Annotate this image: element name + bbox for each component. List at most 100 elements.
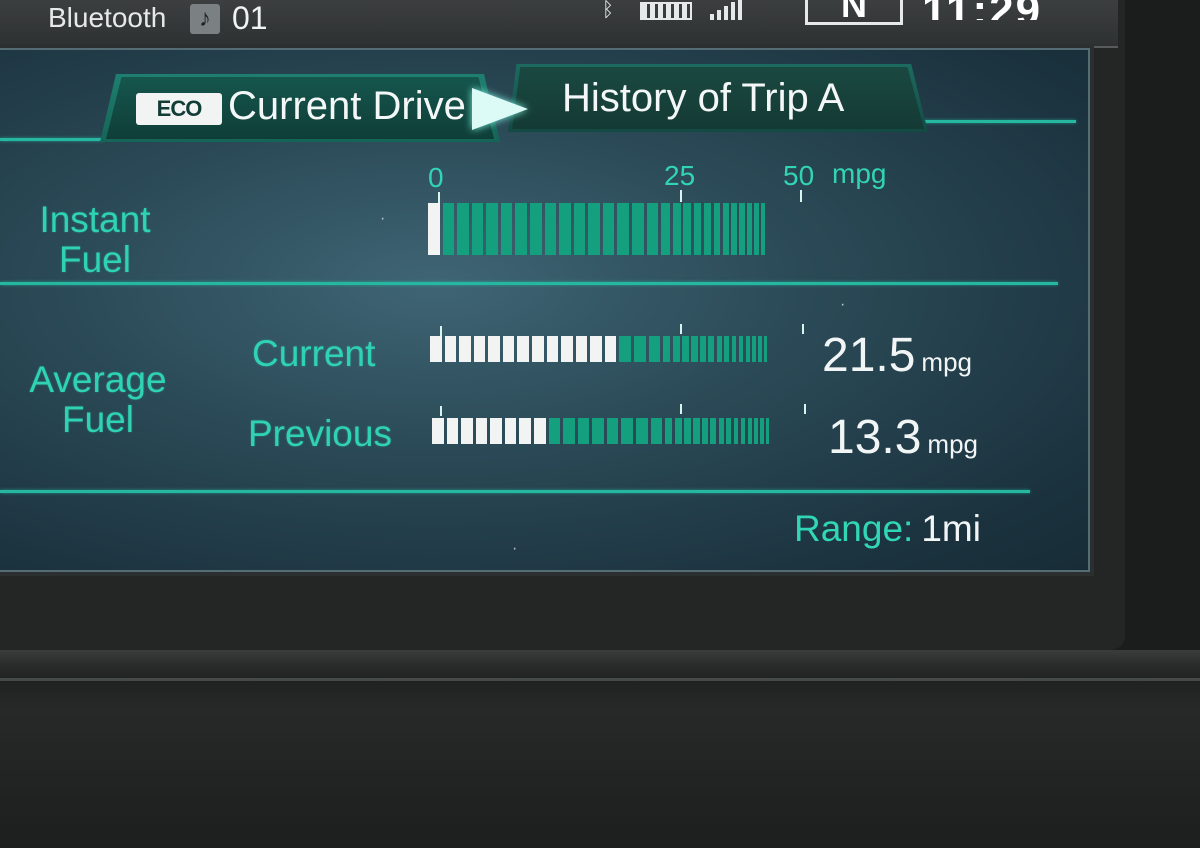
bar-segment bbox=[650, 418, 663, 444]
bar-segment bbox=[471, 203, 484, 255]
range-value: 1mi bbox=[921, 508, 981, 549]
bar-segment bbox=[724, 336, 730, 362]
bar-segment bbox=[604, 336, 617, 362]
bar-segment bbox=[635, 418, 648, 444]
bar-segment bbox=[674, 418, 682, 444]
bar-segment bbox=[646, 203, 659, 255]
bar-segment bbox=[502, 336, 515, 362]
previous-value-unit: mpg bbox=[927, 429, 978, 459]
bar-segment bbox=[590, 336, 602, 362]
bluetooth-icon: ᛒ bbox=[602, 0, 614, 21]
bar-segment bbox=[631, 203, 644, 255]
bar-segment bbox=[747, 203, 752, 255]
instant-fuel-label: Instant Fuel bbox=[28, 200, 162, 280]
average-label-line2: Fuel bbox=[62, 399, 134, 440]
current-tick-25 bbox=[680, 324, 682, 334]
bar-segment bbox=[475, 418, 488, 444]
bar-segment bbox=[490, 418, 502, 444]
bar-segment bbox=[683, 203, 692, 255]
bar-segment bbox=[473, 336, 486, 362]
bar-segment bbox=[561, 336, 573, 362]
bar-segment bbox=[602, 203, 615, 255]
dust-speck: · bbox=[512, 540, 518, 557]
previous-tick-0 bbox=[440, 406, 442, 416]
bar-segment bbox=[754, 203, 759, 255]
bar-segment bbox=[459, 336, 471, 362]
average-label-line1: Average bbox=[29, 359, 167, 400]
dashboard-ridge bbox=[0, 678, 1200, 681]
bar-segment bbox=[703, 203, 711, 255]
bar-segment bbox=[739, 203, 745, 255]
bar-segment bbox=[457, 203, 469, 255]
bar-segment bbox=[588, 203, 600, 255]
current-average-value: 21.5 mpg bbox=[822, 332, 972, 386]
bar-segment bbox=[430, 336, 442, 362]
bar-segment bbox=[546, 336, 559, 362]
arrow-right-icon bbox=[472, 88, 528, 130]
bar-segment bbox=[515, 203, 527, 255]
bar-segment bbox=[432, 418, 444, 444]
tab-history-trip-a-label: History of Trip A bbox=[562, 76, 845, 120]
current-value-number: 21.5 bbox=[822, 329, 916, 382]
bar-segment bbox=[531, 336, 544, 362]
bar-segment bbox=[592, 418, 604, 444]
bar-segment bbox=[500, 203, 513, 255]
track-number: 01 bbox=[232, 0, 268, 36]
bar-segment bbox=[663, 336, 671, 362]
tab-underline-left bbox=[0, 138, 104, 141]
bar-segment bbox=[693, 418, 700, 444]
previous-tick-25 bbox=[680, 404, 682, 414]
bar-segment bbox=[577, 418, 590, 444]
bar-segment bbox=[682, 336, 689, 362]
bar-segment bbox=[619, 336, 631, 362]
range-readout: Range: 1mi bbox=[794, 508, 981, 550]
tab-current-drive-label: Current Drive bbox=[228, 84, 466, 128]
range-label: Range: bbox=[794, 508, 914, 549]
bar-segment bbox=[752, 336, 756, 362]
bar-segment bbox=[713, 203, 721, 255]
music-note-icon: ♪ bbox=[190, 4, 220, 34]
bar-segment bbox=[761, 203, 765, 255]
bar-segment bbox=[700, 336, 706, 362]
bar-segment bbox=[563, 418, 575, 444]
bar-segment bbox=[621, 418, 633, 444]
gear-indicator: N bbox=[805, 0, 903, 25]
tab-underline-right bbox=[920, 120, 1076, 123]
bar-segment bbox=[617, 203, 629, 255]
bar-segment bbox=[731, 336, 737, 362]
previous-tick-50 bbox=[804, 404, 806, 414]
current-value-unit: mpg bbox=[921, 347, 972, 377]
bar-segment bbox=[519, 418, 531, 444]
divider-top bbox=[0, 282, 1058, 285]
bar-segment bbox=[529, 203, 542, 255]
previous-value-number: 13.3 bbox=[828, 411, 922, 464]
bar-segment bbox=[702, 418, 708, 444]
bar-segment bbox=[517, 336, 529, 362]
bar-segment bbox=[573, 203, 586, 255]
audio-source: Bluetooth bbox=[48, 2, 167, 33]
signal-icon bbox=[710, 0, 746, 20]
dust-speck: · bbox=[840, 296, 846, 313]
bar-segment bbox=[726, 418, 732, 444]
dust-speck: · bbox=[380, 210, 386, 227]
bar-segment bbox=[606, 418, 619, 444]
instant-label-line1: Instant bbox=[39, 199, 151, 240]
bar-segment bbox=[633, 336, 646, 362]
bar-segment bbox=[758, 336, 762, 362]
bar-segment bbox=[661, 203, 671, 255]
bar-segment bbox=[747, 418, 752, 444]
current-tick-50 bbox=[802, 324, 804, 334]
bar-segment bbox=[740, 418, 746, 444]
bar-segment bbox=[738, 336, 744, 362]
bar-segment bbox=[504, 418, 517, 444]
scale-tick-50 bbox=[800, 190, 802, 202]
bar-segment bbox=[446, 418, 459, 444]
bar-segment bbox=[428, 203, 440, 255]
previous-row-label: Previous bbox=[248, 413, 392, 454]
scale-unit: mpg bbox=[832, 158, 887, 189]
status-bar: Bluetooth ♪ 01 ᛒ N 11:29 bbox=[0, 0, 1118, 48]
bar-segment bbox=[733, 418, 739, 444]
bar-segment bbox=[488, 336, 500, 362]
battery-icon bbox=[640, 2, 692, 20]
bar-segment bbox=[745, 336, 750, 362]
